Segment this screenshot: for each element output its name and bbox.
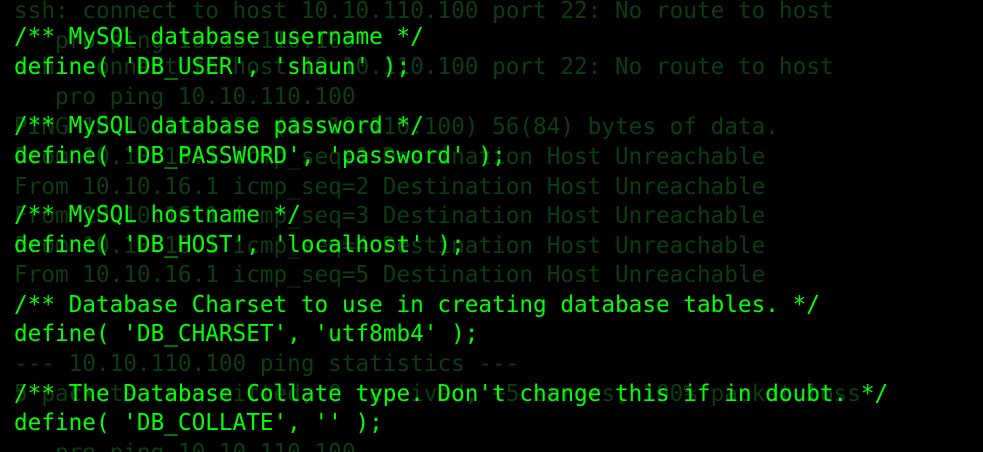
ghost-line: pro ping 10.10.110.100 [14,438,356,452]
ghost-line: From 10.10.16.1 icmp_seq=5 Destination H… [14,262,766,288]
comment-line: /** MySQL hostname */ [14,202,301,228]
define-line: define( 'DB_CHARSET', 'utf8mb4' ); [14,321,479,347]
comment-line: /** MySQL database username */ [14,24,424,50]
define-line: define( 'DB_COLLATE', '' ); [14,410,383,436]
comment-line: /** MySQL database password */ [14,113,424,139]
ghost-line: --- 10.10.110.100 ping statistics --- [14,351,520,377]
ghost-line: From 10.10.16.1 icmp_seq=2 Destination H… [14,174,766,200]
wp-config-output: /** MySQL database username */ define( '… [14,0,888,436]
terminal-window[interactable]: ssh: connect to host 10.10.110.100 port … [0,0,983,452]
define-line: define( 'DB_PASSWORD', 'password' ); [14,143,506,169]
define-line: define( 'DB_HOST', 'localhost' ); [14,232,465,258]
comment-line: /** The Database Collate type. Don't cha… [14,381,889,407]
comment-line: /** Database Charset to use in creating … [14,292,820,318]
define-line: define( 'DB_USER', 'shaun' ); [14,54,411,80]
